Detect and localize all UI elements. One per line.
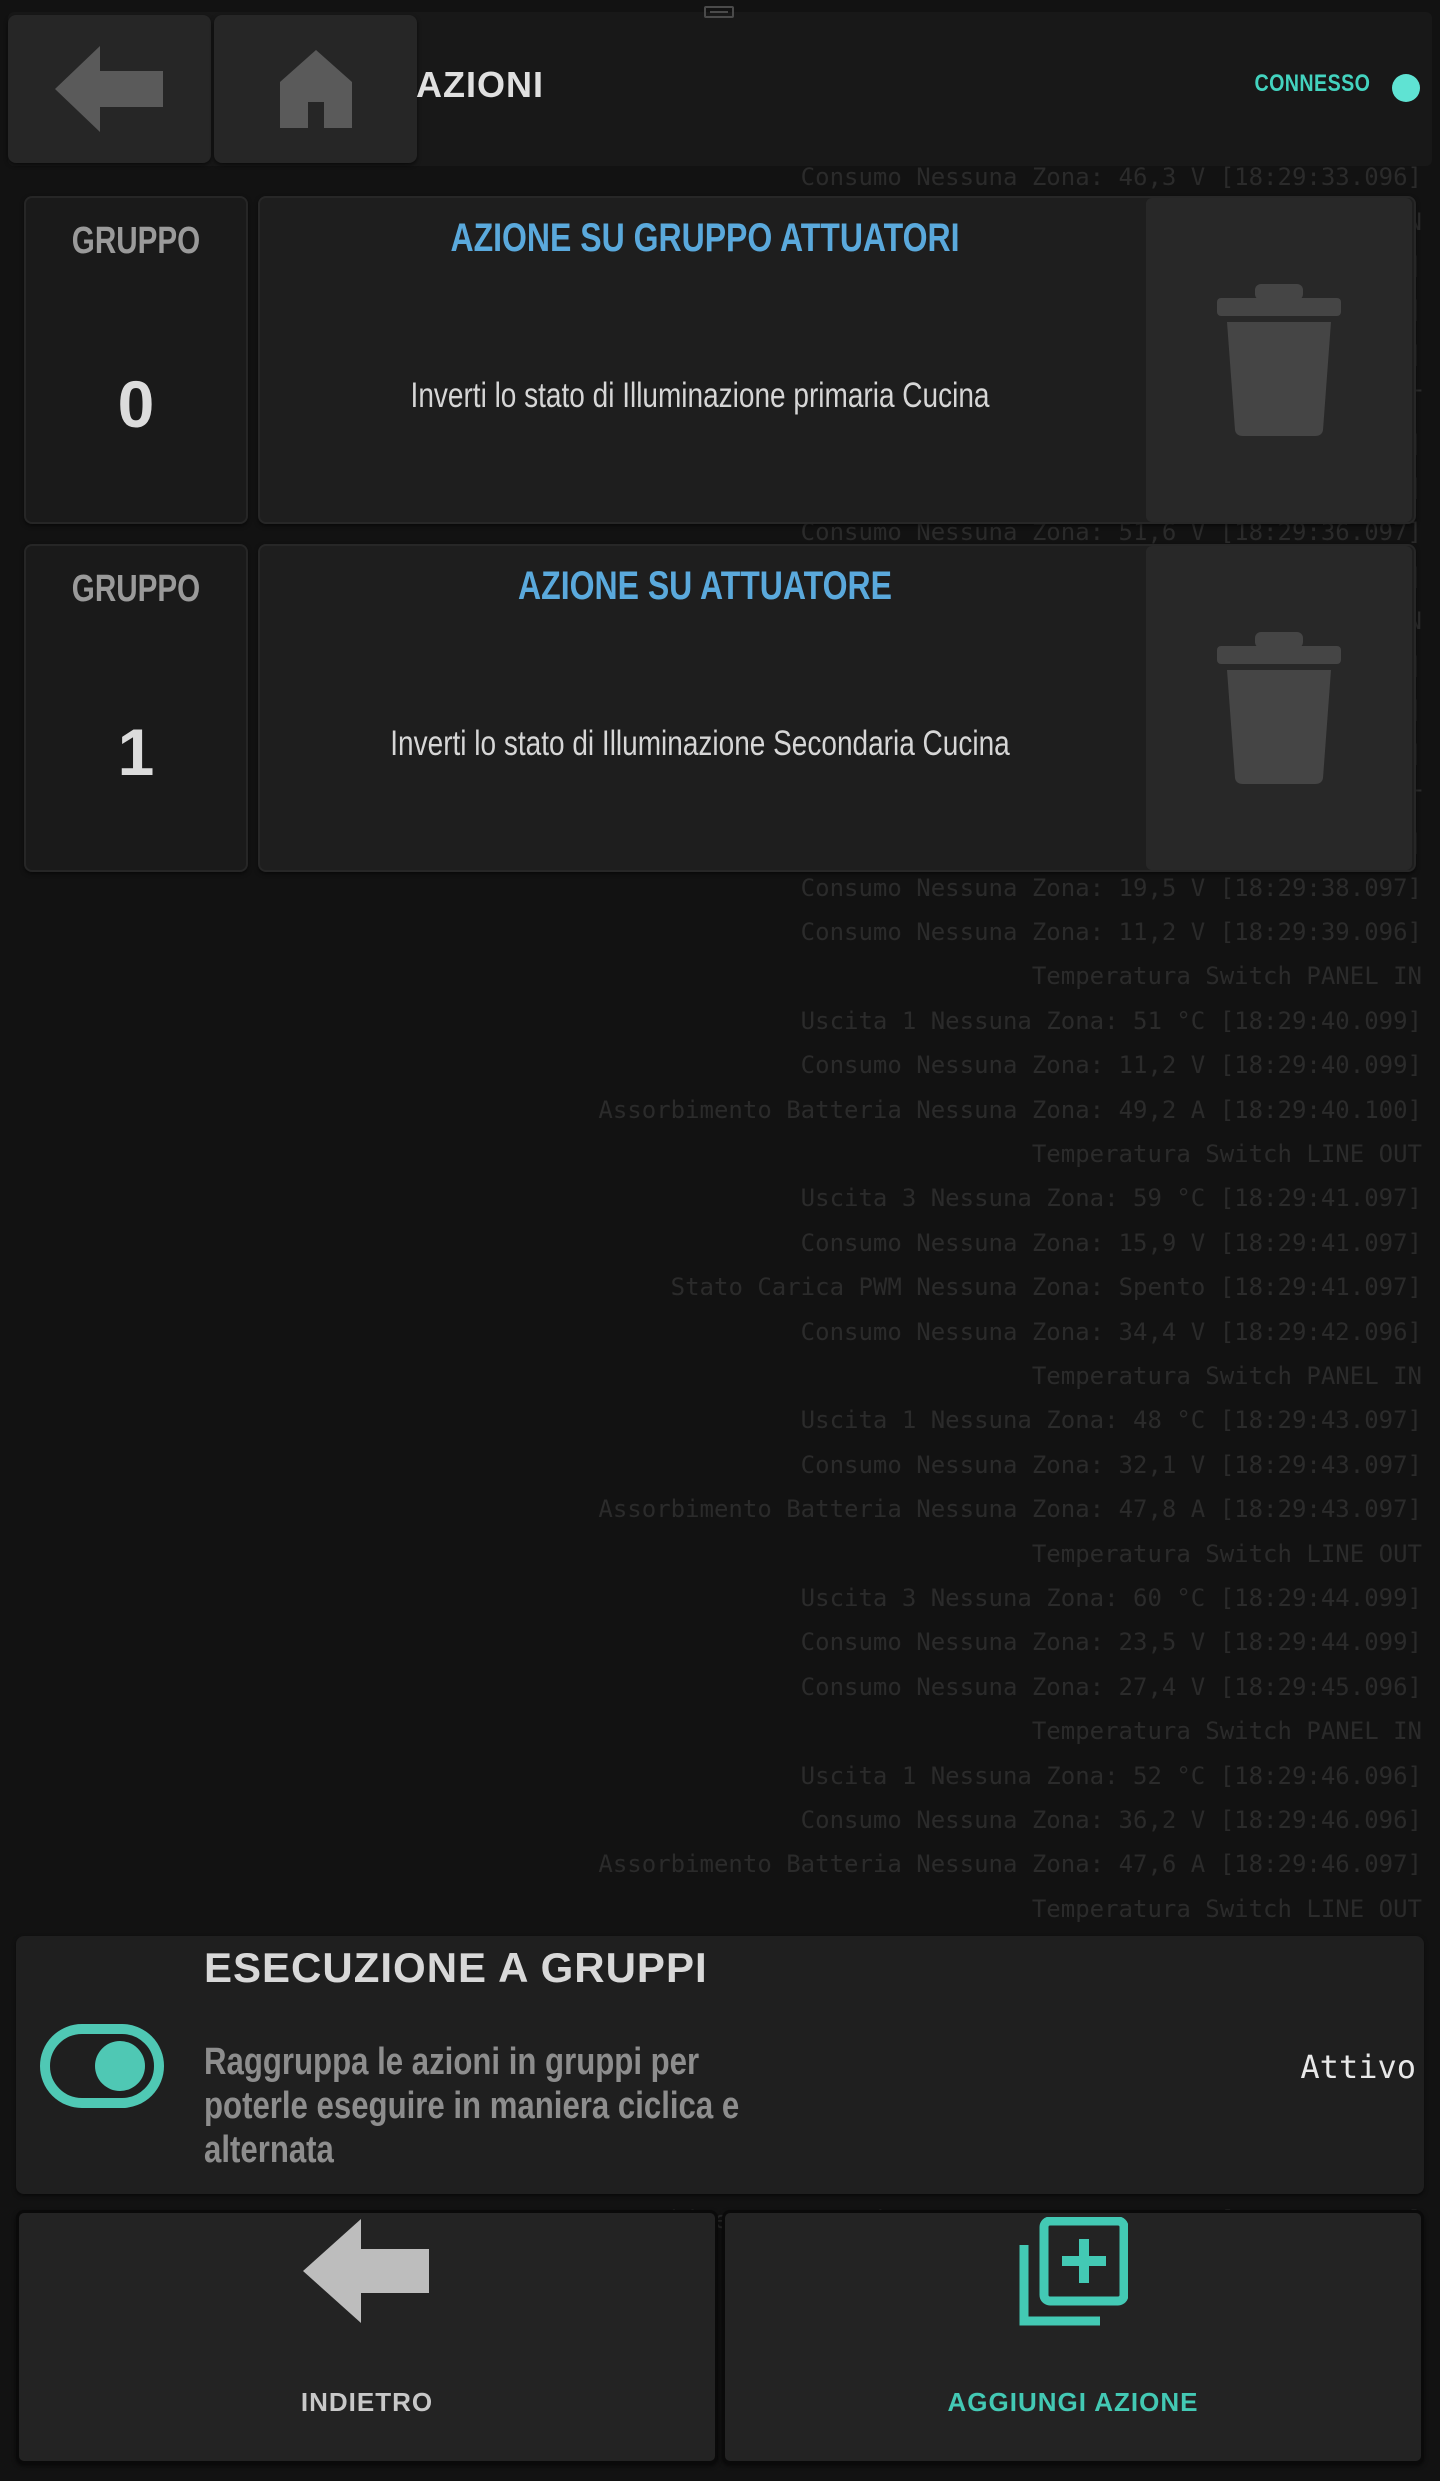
log-line: Stato Carica PWM Nessuna Zona: Spento [1… [670,1273,1422,1302]
group-number: 0 [117,367,155,441]
back-button-label: INDIETRO [300,2387,434,2417]
log-line: Consumo Nessuna Zona: 27,4 V [18:29:45.0… [800,1672,1422,1701]
log-line: Temperatura Switch PANEL IN [1031,1717,1422,1746]
log-line: Assorbimento Batteria Nessuna Zona: 47,6… [598,1850,1422,1879]
log-line: Consumo Nessuna Zona: 19,5 V [18:29:38.0… [800,873,1422,902]
add-action-label: AGGIUNGI AZIONE [947,2387,1199,2417]
arrow-left-icon [54,46,163,132]
log-line: Temperatura Switch PANEL IN [1031,962,1422,991]
connection-status: CONNESSO [1254,70,1370,97]
group-card: GRUPPO 0 [24,196,248,524]
action-title: AZIONE SU ATTUATORE [518,564,892,608]
action-description: Inverti lo stato di Illuminazione primar… [410,376,990,415]
log-line: Uscita 3 Nessuna Zona: 60 °C [18:29:44.0… [800,1584,1422,1612]
group-execution-description: Raggruppa le azioni in gruppi per poterl… [204,2041,740,2171]
back-bottom-button[interactable]: INDIETRO [16,2210,718,2464]
top-bar: AZIONI CONNESSO [8,12,1432,166]
trash-icon [1217,632,1341,784]
group-label: GRUPPO [71,220,201,262]
drag-handle-icon[interactable] [704,6,734,18]
action-card[interactable]: AZIONE SU ATTUATORE Inverti lo stato di … [258,544,1416,872]
log-line: Uscita 1 Nessuna Zona: 48 °C [18:29:43.0… [800,1406,1422,1435]
action-title: AZIONE SU GRUPPO ATTUATORI [450,216,960,260]
add-action-button[interactable]: AGGIUNGI AZIONE [722,2210,1424,2464]
action-description: Inverti lo stato di Illuminazione Second… [390,724,1010,763]
log-line: Temperatura Switch LINE OUT [1031,1894,1422,1923]
log-line: Uscita 3 Nessuna Zona: 59 °C [18:29:41.0… [800,1184,1422,1213]
page-title: AZIONI [416,64,544,105]
log-line: Assorbimento Batteria Nessuna Zona: 49,2… [598,1095,1422,1124]
group-execution-toggle[interactable] [40,2024,164,2108]
trash-icon [1217,284,1341,436]
log-line: Consumo Nessuna Zona: 11,2 V [18:29:40.0… [800,1051,1422,1080]
action-card[interactable]: AZIONE SU GRUPPO ATTUATORI Inverti lo st… [258,196,1416,524]
log-line: Consumo Nessuna Zona: 23,5 V [18:29:44.0… [800,1628,1422,1657]
log-line: Consumo Nessuna Zona: 34,4 V [18:29:42.0… [800,1317,1422,1346]
back-button[interactable] [8,15,211,163]
log-line: Temperatura Switch PANEL IN [1031,1362,1422,1390]
log-line: Consumo Nessuna Zona: 11,2 V [18:29:39.0… [800,918,1422,946]
log-line: Assorbimento Batteria Nessuna Zona: 47,8… [598,1495,1422,1524]
log-line: Temperatura Switch LINE OUT [1031,1539,1422,1568]
delete-action-button[interactable] [1146,198,1412,522]
log-line: Uscita 1 Nessuna Zona: 52 °C [18:29:46.0… [800,1761,1422,1790]
arrow-left-icon [303,2219,429,2323]
group-number: 1 [117,715,155,789]
group-label: GRUPPO [71,568,201,610]
delete-action-button[interactable] [1146,546,1412,870]
log-line: Consumo Nessuna Zona: 32,1 V [18:29:43.0… [800,1450,1422,1479]
group-execution-panel: ESECUZIONE A GRUPPI Raggruppa le azioni … [16,1936,1424,2194]
log-line: Temperatura Switch LINE OUT [1031,1140,1422,1168]
log-line: Consumo Nessuna Zona: 46,3 V [18:29:33.0… [800,163,1422,192]
add-copy-icon [1019,2217,1128,2326]
home-button[interactable] [214,15,417,163]
log-line: Consumo Nessuna Zona: 36,2 V [18:29:46.0… [800,1806,1422,1834]
connection-status-icon [1392,74,1420,102]
group-execution-title: ESECUZIONE A GRUPPI [204,1944,708,1991]
toggle-on-icon [40,2024,164,2108]
home-icon [279,50,352,128]
group-card: GRUPPO 1 [24,544,248,872]
group-execution-state: Attivo [1300,2048,1416,2086]
log-line: Consumo Nessuna Zona: 15,9 V [18:29:41.0… [800,1228,1422,1257]
log-line: Uscita 1 Nessuna Zona: 51 °C [18:29:40.0… [800,1006,1422,1035]
